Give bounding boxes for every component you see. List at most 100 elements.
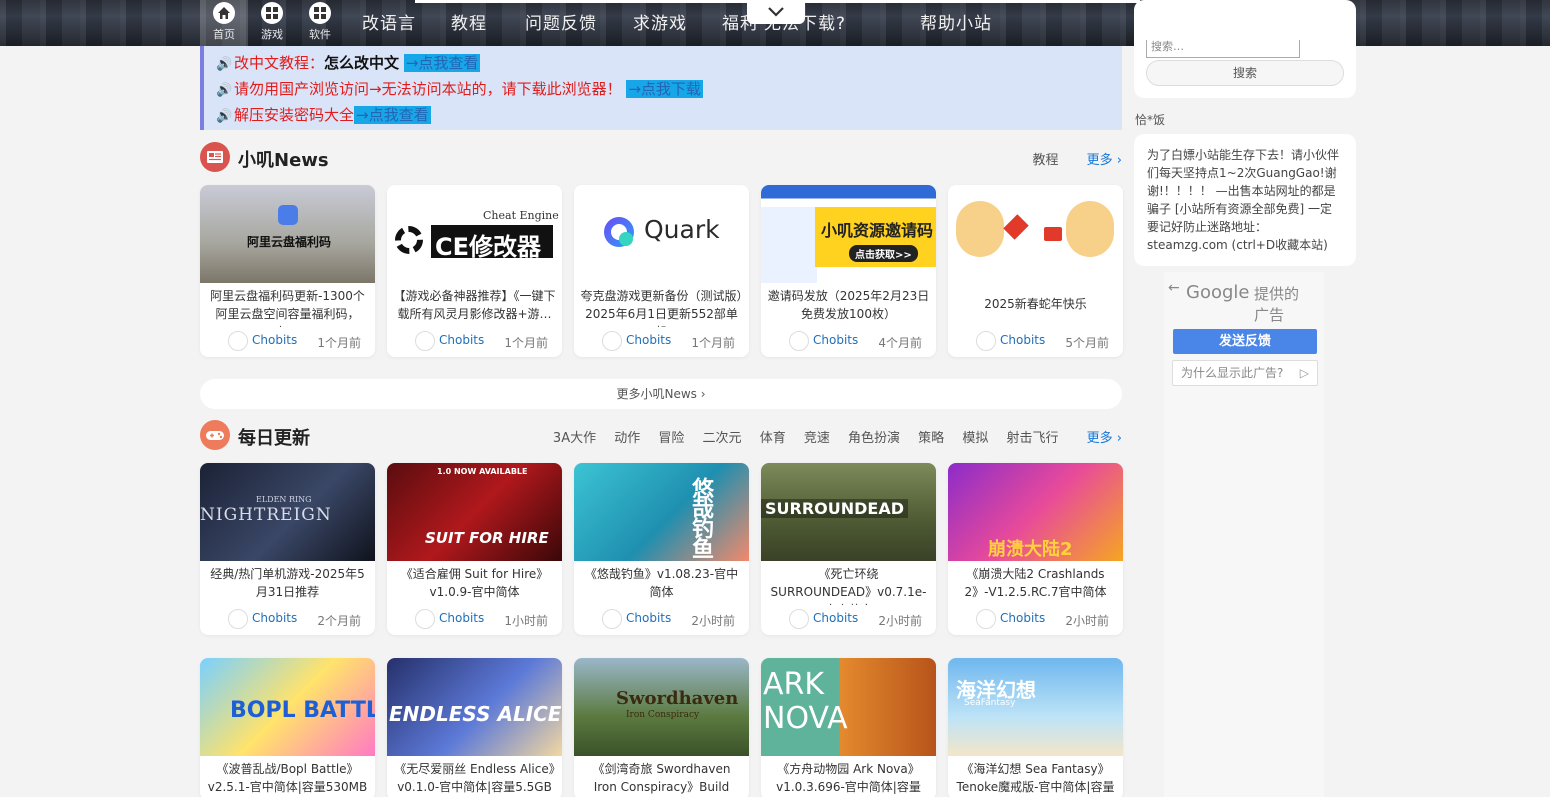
nav-link-feedback[interactable]: 问题反馈 — [525, 9, 597, 34]
card-title[interactable]: 夸克盘游戏更新备份（测试版）2025年6月1日更新552部单机 — [574, 283, 749, 327]
daily-tab[interactable]: 竞速 — [804, 431, 830, 446]
card-title[interactable]: 2025新春蛇年快乐 — [948, 283, 1123, 327]
why-this-ad-button[interactable]: 为什么显示此广告? ▷ — [1172, 360, 1318, 386]
card-title[interactable]: 《剑湾奇旅 Swordhaven Iron Conspiracy》Build 1… — [574, 756, 749, 797]
card-title[interactable]: 《无尽爱丽丝 Endless Alice》v0.1.0-官中简体|容量5.5GB — [387, 756, 562, 797]
avatar[interactable] — [415, 609, 435, 629]
news-tab-tutorial[interactable]: 教程 — [1032, 153, 1058, 168]
grid-icon — [309, 2, 331, 24]
news-more-link[interactable]: 更多 › — [1087, 153, 1122, 168]
daily-tab[interactable]: 策略 — [918, 431, 944, 446]
game-card[interactable]: BOPL BATTLE 《波普乱战/Bopl Battle》v2.5.1-官中简… — [200, 658, 375, 797]
card-title[interactable]: 邀请码发放（2025年2月23日免费发放100枚） — [761, 283, 936, 327]
dropdown-toggle[interactable] — [747, 0, 805, 24]
news-card[interactable]: 2025新春蛇年快乐 Chobits 5个月前 — [948, 185, 1123, 357]
nav-link-help[interactable]: 帮助小站 — [920, 9, 992, 34]
card-author[interactable]: Chobits — [813, 611, 858, 625]
card-time: 4个月前 — [878, 336, 922, 350]
daily-tab[interactable]: 3A大作 — [553, 431, 596, 446]
card-author[interactable]: Chobits — [813, 333, 858, 347]
news-card[interactable]: 阿里云盘福利码 阿里云盘福利码更新-1300个阿里云盘空间容量福利码，有… Ch… — [200, 185, 375, 357]
google-logo: Google — [1186, 282, 1250, 303]
game-card[interactable]: ENDLESS ALICE 《无尽爱丽丝 Endless Alice》v0.1.… — [387, 658, 562, 797]
card-title[interactable]: 《波普乱战/Bopl Battle》v2.5.1-官中简体|容量530MB — [200, 756, 375, 797]
daily-tab[interactable]: 二次元 — [703, 431, 742, 446]
news-card[interactable]: Cheat Engine CE修改器 【游戏必备神器推荐】《一键下载所有风灵月影… — [387, 185, 562, 357]
card-thumbnail: ARK NOVA — [761, 658, 936, 756]
avatar[interactable] — [228, 331, 248, 351]
daily-tab[interactable]: 角色扮演 — [848, 431, 900, 446]
news-section-header: 小叽News 教程 更多 › — [200, 142, 1122, 174]
card-title[interactable]: 阿里云盘福利码更新-1300个阿里云盘空间容量福利码，有… — [200, 283, 375, 327]
avatar[interactable] — [976, 609, 996, 629]
game-card[interactable]: ARK NOVA 《方舟动物园 Ark Nova》v1.0.3.696-官中简体… — [761, 658, 936, 797]
daily-tab[interactable]: 冒险 — [658, 431, 684, 446]
card-title[interactable]: 【游戏必备神器推荐】《一键下载所有风灵月影修改器+游… — [387, 283, 562, 327]
card-time: 1小时前 — [504, 614, 548, 628]
speaker-icon: 🔊 — [216, 57, 233, 72]
card-time: 2小时前 — [691, 614, 735, 628]
notice-link[interactable]: →点我下载 — [626, 80, 703, 98]
game-card[interactable]: 崩溃大陆2 《崩溃大陆2 Crashlands 2》-V1.2.5.RC.7官中… — [948, 463, 1123, 635]
nav-home[interactable]: 首页 — [200, 0, 248, 46]
search-button[interactable]: 搜索 — [1146, 60, 1344, 86]
gamepad-icon — [200, 420, 230, 450]
card-title[interactable]: 《悠哉钓鱼》v1.08.23-官中简体 — [574, 561, 749, 605]
nav-link-language[interactable]: 改语言 — [362, 9, 416, 34]
avatar[interactable] — [228, 609, 248, 629]
notice-line: 🔊 改中文教程：怎么改中文 →点我查看 — [216, 51, 1122, 77]
avatar[interactable] — [602, 609, 622, 629]
nav-link-request[interactable]: 求游戏 — [633, 9, 687, 34]
card-title[interactable]: 《适合雇佣 Suit for Hire》v1.0.9-官中简体 — [387, 561, 562, 605]
card-author[interactable]: Chobits — [1000, 333, 1045, 347]
news-card[interactable]: 小叽资源邀请码 点击获取>> 邀请码发放（2025年2月23日免费发放100枚）… — [761, 185, 936, 357]
quark-logo-icon — [604, 217, 634, 247]
more-news-button[interactable]: 更多小叽News › — [200, 379, 1122, 409]
card-author[interactable]: Chobits — [252, 611, 297, 625]
notice-link[interactable]: →点我查看 — [354, 106, 431, 124]
avatar[interactable] — [789, 609, 809, 629]
game-card[interactable]: 海洋幻想 SeaFantasy 《海洋幻想 Sea Fantasy》Tenoke… — [948, 658, 1123, 797]
game-card[interactable]: SURROUNDEAD 《死亡环绕 SURROUNDEAD》v0.7.1e-官方… — [761, 463, 936, 635]
nav-software[interactable]: 软件 — [296, 0, 344, 46]
daily-tab[interactable]: 体育 — [760, 431, 786, 446]
nav-link-tutorial[interactable]: 教程 — [451, 9, 487, 34]
avatar[interactable] — [789, 331, 809, 351]
daily-more-link[interactable]: 更多 › — [1087, 431, 1122, 446]
card-author[interactable]: Chobits — [252, 333, 297, 347]
card-title[interactable]: 《海洋幻想 Sea Fantasy》Tenoke魔戒版-官中简体|容量31… — [948, 756, 1123, 797]
card-title[interactable]: 《方舟动物园 Ark Nova》v1.0.3.696-官中简体|容量780MB — [761, 756, 936, 797]
nav-games[interactable]: 游戏 — [248, 0, 296, 46]
anime-girl-image — [761, 207, 817, 283]
card-time: 2小时前 — [878, 614, 922, 628]
card-time: 1个月前 — [691, 336, 735, 350]
card-author[interactable]: Chobits — [439, 611, 484, 625]
card-thumbnail: 小叽资源邀请码 点击获取>> — [761, 185, 936, 283]
notice-link[interactable]: →点我查看 — [403, 54, 481, 72]
card-title[interactable]: 《死亡环绕 SURROUNDEAD》v0.7.1e-官方英文 — [761, 561, 936, 605]
daily-tab[interactable]: 模拟 — [962, 431, 988, 446]
send-feedback-button[interactable]: 发送反馈 — [1173, 329, 1317, 354]
card-title[interactable]: 经典/热门单机游戏-2025年5月31日推荐 — [200, 561, 375, 605]
snake-mascot-image — [1066, 201, 1114, 257]
avatar[interactable] — [976, 331, 996, 351]
game-card[interactable]: ELDEN RING NIGHTREIGN 经典/热门单机游戏-2025年5月3… — [200, 463, 375, 635]
daily-section-title: 每日更新 — [238, 428, 310, 449]
notice-line: 🔊 解压安装密码大全 →点我查看 — [216, 103, 1122, 129]
avatar[interactable] — [602, 331, 622, 351]
card-title[interactable]: 《崩溃大陆2 Crashlands 2》-V1.2.5.RC.7官中简体 — [948, 561, 1123, 605]
card-author[interactable]: Chobits — [1000, 611, 1045, 625]
card-thumbnail: Quark — [574, 185, 749, 283]
daily-tab[interactable]: 射击飞行 — [1006, 431, 1058, 446]
daily-tab[interactable]: 动作 — [614, 431, 640, 446]
card-author[interactable]: Chobits — [626, 333, 671, 347]
avatar[interactable] — [415, 331, 435, 351]
game-card[interactable]: 悠哉钓鱼 《悠哉钓鱼》v1.08.23-官中简体 Chobits 2小时前 — [574, 463, 749, 635]
card-author[interactable]: Chobits — [626, 611, 671, 625]
back-arrow-icon[interactable]: ← — [1168, 280, 1180, 296]
news-card[interactable]: Quark 夸克盘游戏更新备份（测试版）2025年6月1日更新552部单机 Ch… — [574, 185, 749, 357]
search-input[interactable]: 搜索… — [1146, 40, 1300, 58]
card-author[interactable]: Chobits — [439, 333, 484, 347]
game-card[interactable]: Swordhaven Iron Conspiracy 《剑湾奇旅 Swordha… — [574, 658, 749, 797]
game-card[interactable]: 1.0 NOW AVAILABLE SUIT FOR HIRE 《适合雇佣 Su… — [387, 463, 562, 635]
